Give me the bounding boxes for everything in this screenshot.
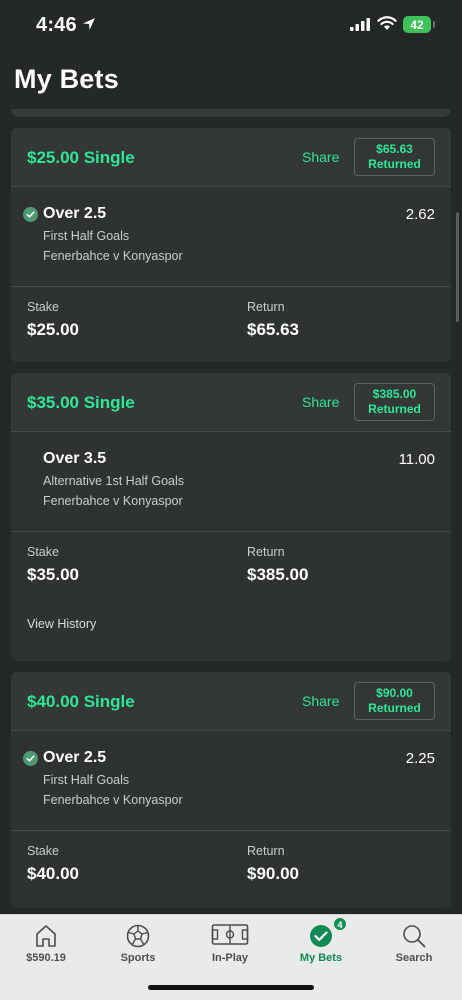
returned-amount: $90.00 <box>376 686 413 700</box>
bet-totals: Stake $25.00 Return $65.63 <box>11 287 451 360</box>
won-check-icon <box>23 751 38 766</box>
tab-sports[interactable]: Sports <box>92 915 184 975</box>
return-value: $90.00 <box>247 864 299 883</box>
selection-name: Over 3.5 <box>43 450 107 467</box>
cellular-signal-icon <box>350 18 370 31</box>
odds: 2.62 <box>405 206 435 223</box>
bet-title: $35.00 Single <box>27 393 135 412</box>
bet-card-header: $25.00 Single Share $65.63 Returned <box>11 128 451 187</box>
tab-search[interactable]: Search <box>368 915 460 975</box>
tab-in-play[interactable]: In-Play <box>184 915 276 975</box>
return-label: Return <box>247 545 285 559</box>
soccer-ball-icon <box>126 924 150 948</box>
bet-totals: Stake $40.00 Return $90.00 <box>11 831 451 904</box>
bet-card-header: $35.00 Single Share $385.00 Returned <box>11 373 451 432</box>
battery-icon: 42 <box>403 16 435 33</box>
odds: 11.00 <box>398 451 435 468</box>
check-circle-icon <box>310 925 332 947</box>
status-time: 4:46 <box>36 14 77 36</box>
event-name: Fenerbahce v Konyaspor <box>43 249 183 263</box>
returned-badge: $65.63 Returned <box>354 138 435 176</box>
share-button[interactable]: Share <box>302 149 339 165</box>
page-title: My Bets <box>14 64 119 94</box>
event-name: Fenerbahce v Konyaspor <box>43 793 183 807</box>
home-icon <box>36 925 56 947</box>
location-arrow-icon <box>83 18 95 30</box>
selection-name: Over 2.5 <box>43 205 107 222</box>
tab-label: In-Play <box>211 952 249 964</box>
return-label: Return <box>247 844 285 858</box>
tab-account[interactable]: $590.19 <box>0 915 92 975</box>
bet-selection: Over 2.5 2.25 First Half Goals Fenerbahc… <box>11 731 451 831</box>
bet-card: $40.00 Single Share $90.00 Returned Over… <box>11 672 451 908</box>
event-name: Fenerbahce v Konyaspor <box>43 494 183 508</box>
stake-value: $25.00 <box>27 320 79 339</box>
return-value: $385.00 <box>247 565 309 584</box>
scrollbar[interactable] <box>456 212 459 322</box>
tab-label: My Bets <box>299 952 343 964</box>
market-name: First Half Goals <box>43 229 130 243</box>
bet-selection: Over 2.5 2.62 First Half Goals Fenerbahc… <box>11 187 451 287</box>
stake-label: Stake <box>27 300 59 314</box>
returned-label: Returned <box>368 701 421 715</box>
bet-title: $40.00 Single <box>27 692 135 711</box>
market-name: First Half Goals <box>43 773 130 787</box>
bet-card: $25.00 Single Share $65.63 Returned Over… <box>11 128 451 362</box>
stake-value: $35.00 <box>27 565 79 584</box>
stake-label: Stake <box>27 844 59 858</box>
bet-count-badge: 4 <box>333 917 347 931</box>
bet-title: $25.00 Single <box>27 148 135 167</box>
tab-label: Sports <box>120 952 156 964</box>
returned-label: Returned <box>368 157 421 171</box>
pitch-icon <box>211 924 249 945</box>
tab-label: Search <box>395 952 433 964</box>
stake-label: Stake <box>27 545 59 559</box>
stake-value: $40.00 <box>27 864 79 883</box>
view-history-link[interactable]: View History <box>27 617 96 631</box>
market-name: Alternative 1st Half Goals <box>43 474 185 488</box>
won-check-icon <box>23 207 38 222</box>
tab-my-bets[interactable]: 4 My Bets <box>275 915 367 975</box>
returned-badge: $385.00 Returned <box>354 383 435 421</box>
odds: 2.25 <box>405 750 435 767</box>
bet-totals: Stake $35.00 Return $385.00 <box>11 532 451 660</box>
return-value: $65.63 <box>247 320 299 339</box>
wifi-icon <box>377 16 397 30</box>
returned-label: Returned <box>368 402 421 416</box>
share-button[interactable]: Share <box>302 394 339 410</box>
tab-label: $590.19 <box>26 952 66 964</box>
returned-amount: $385.00 <box>372 387 417 401</box>
bet-card: $35.00 Single Share $385.00 Returned Ove… <box>11 373 451 661</box>
previous-card-edge <box>11 109 451 117</box>
returned-amount: $65.63 <box>376 142 413 156</box>
bet-card-header: $40.00 Single Share $90.00 Returned <box>11 672 451 731</box>
selection-name: Over 2.5 <box>43 749 107 766</box>
share-button[interactable]: Share <box>302 693 339 709</box>
home-indicator <box>148 985 314 990</box>
returned-badge: $90.00 Returned <box>354 682 435 720</box>
bet-selection: Over 3.5 11.00 Alternative 1st Half Goal… <box>11 432 451 532</box>
battery-level: 42 <box>410 17 424 32</box>
return-label: Return <box>247 300 285 314</box>
search-icon <box>403 925 426 948</box>
status-bar: 4:46 42 <box>0 0 462 52</box>
